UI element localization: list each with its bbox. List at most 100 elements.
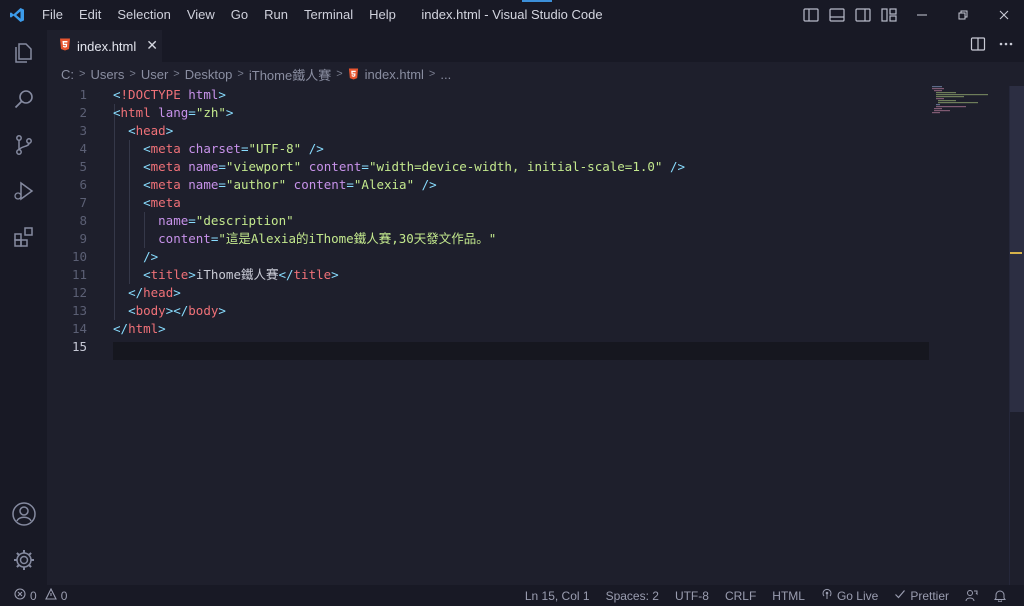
line-number-current: 15: [71, 339, 87, 354]
menu-bar: File Edit Selection View Go Run Terminal…: [34, 0, 404, 30]
editor-tabs: index.html ✕: [47, 30, 1024, 62]
toggle-primary-sidebar-icon[interactable]: [800, 0, 822, 30]
html-file-icon: [348, 68, 359, 80]
chevron-right-icon: >: [336, 68, 343, 80]
customize-layout-icon[interactable]: [878, 0, 900, 30]
vscode-logo-icon[interactable]: [0, 0, 34, 30]
chevron-right-icon: >: [79, 68, 86, 80]
line-number: 8: [79, 213, 87, 228]
line-number: 4: [79, 141, 87, 156]
scrollbar-thumb[interactable]: [1010, 86, 1024, 412]
toggle-secondary-sidebar-icon[interactable]: [852, 0, 874, 30]
menu-help[interactable]: Help: [361, 0, 404, 30]
menu-terminal[interactable]: Terminal: [296, 0, 361, 30]
tab-label: index.html: [77, 38, 137, 54]
status-bar-right: Ln 15, Col 1 Spaces: 2 UTF-8 CRLF HTML G…: [517, 585, 1014, 606]
breadcrumb-file[interactable]: index.html: [348, 67, 424, 82]
breadcrumb-file-label: index.html: [364, 66, 424, 82]
title-bar: File Edit Selection View Go Run Terminal…: [0, 0, 1024, 30]
menu-go[interactable]: Go: [223, 0, 256, 30]
minimize-icon[interactable]: [901, 0, 942, 30]
menu-run[interactable]: Run: [256, 0, 296, 30]
line-number: 5: [79, 159, 87, 174]
line-number: 7: [79, 195, 87, 210]
feedback-icon[interactable]: [957, 589, 986, 602]
code-line: 5 <meta name="viewport" content="width=d…: [47, 158, 929, 176]
line-number: 6: [79, 177, 87, 192]
language-mode[interactable]: HTML: [764, 589, 813, 603]
code-line: 15: [47, 338, 929, 356]
close-tab-icon[interactable]: ✕: [146, 38, 158, 54]
menu-edit[interactable]: Edit: [71, 0, 109, 30]
layout-controls: [800, 0, 900, 30]
code-line: 7 <meta: [47, 194, 929, 212]
explorer-icon[interactable]: [0, 30, 47, 76]
restore-icon[interactable]: [942, 0, 983, 30]
code-line: 2 <html lang="zh">: [47, 104, 929, 122]
code-editor[interactable]: 1 <!DOCTYPE html> 2 <html lang="zh"> 3 <he…: [47, 86, 1024, 585]
status-bar: 0 0 Ln 15, Col 1 Spaces: 2 UTF-8 CRLF HT…: [0, 585, 1024, 606]
notifications-bell-icon[interactable]: [986, 589, 1014, 602]
line-number: 10: [71, 249, 87, 264]
line-number: 12: [71, 285, 87, 300]
code-line: 8 name="description": [47, 212, 929, 230]
menu-selection[interactable]: Selection: [109, 0, 178, 30]
broadcast-icon: [821, 588, 833, 603]
line-number: 9: [79, 231, 87, 246]
close-window-icon[interactable]: [983, 0, 1024, 30]
line-number: 11: [71, 267, 87, 282]
line-number: 14: [71, 321, 87, 336]
chevron-right-icon: >: [428, 68, 436, 80]
extensions-icon[interactable]: [0, 214, 47, 260]
code-line: 14 </html>: [47, 320, 929, 338]
title-accent-bar: [522, 0, 552, 2]
problems-indicator[interactable]: 0 0: [0, 587, 68, 603]
code-line: 6 <meta name="author" content="Alexia" /…: [47, 176, 929, 194]
tab-index-html[interactable]: index.html ✕: [47, 30, 162, 62]
code-line: 9 content="這是Alexia的iThome鐵人賽,30天發文作品。": [47, 230, 929, 248]
breadcrumb-user[interactable]: User: [141, 67, 168, 82]
breadcrumb-folder[interactable]: iThome鐵人賽: [249, 65, 331, 84]
window-controls: [901, 0, 1024, 30]
breadcrumb-desktop[interactable]: Desktop: [185, 67, 233, 82]
settings-gear-icon[interactable]: [0, 537, 47, 583]
chevron-right-icon: >: [173, 68, 180, 80]
menu-file[interactable]: File: [34, 0, 71, 30]
search-icon[interactable]: [0, 76, 47, 122]
source-control-icon[interactable]: [0, 122, 47, 168]
editor-actions: [970, 30, 1014, 62]
code-line: 4 <meta charset="UTF-8" />: [47, 140, 929, 158]
go-live-label: Go Live: [836, 588, 879, 603]
html-file-icon: [59, 38, 71, 55]
more-actions-icon[interactable]: [998, 36, 1014, 56]
indentation[interactable]: Spaces: 2: [598, 589, 667, 603]
split-editor-icon[interactable]: [970, 36, 986, 56]
chevron-right-icon: >: [237, 68, 244, 80]
end-of-line[interactable]: CRLF: [717, 589, 764, 603]
toggle-panel-icon[interactable]: [826, 0, 848, 30]
code-line: 12 </head>: [47, 284, 929, 302]
cursor-position[interactable]: Ln 15, Col 1: [517, 589, 598, 603]
minimap[interactable]: [932, 86, 992, 126]
activity-bar: [0, 30, 47, 585]
breadcrumb: C: > Users > User > Desktop > iThome鐵人賽 …: [47, 62, 1024, 86]
scrollbar-change-marker: [1010, 252, 1022, 254]
breadcrumb-drive[interactable]: C:: [61, 67, 74, 82]
code-line: 3 <head>: [47, 122, 929, 140]
warning-count: 0: [60, 588, 68, 603]
breadcrumb-users[interactable]: Users: [90, 67, 124, 82]
menu-view[interactable]: View: [179, 0, 223, 30]
run-debug-icon[interactable]: [0, 168, 47, 214]
encoding[interactable]: UTF-8: [667, 589, 717, 603]
chevron-right-icon: >: [129, 68, 136, 80]
go-live-button[interactable]: Go Live: [813, 588, 886, 603]
line-number: 1: [79, 87, 87, 102]
line-number: 13: [71, 303, 87, 318]
error-icon: [14, 588, 26, 603]
check-icon: [894, 588, 906, 603]
prettier-button[interactable]: Prettier: [886, 588, 957, 603]
vertical-scrollbar[interactable]: [1009, 86, 1024, 585]
breadcrumb-symbols[interactable]: ...: [440, 67, 451, 82]
accounts-icon[interactable]: [0, 491, 47, 537]
code-line: 11 <title>iThome鐵人賽</title>: [47, 266, 929, 284]
